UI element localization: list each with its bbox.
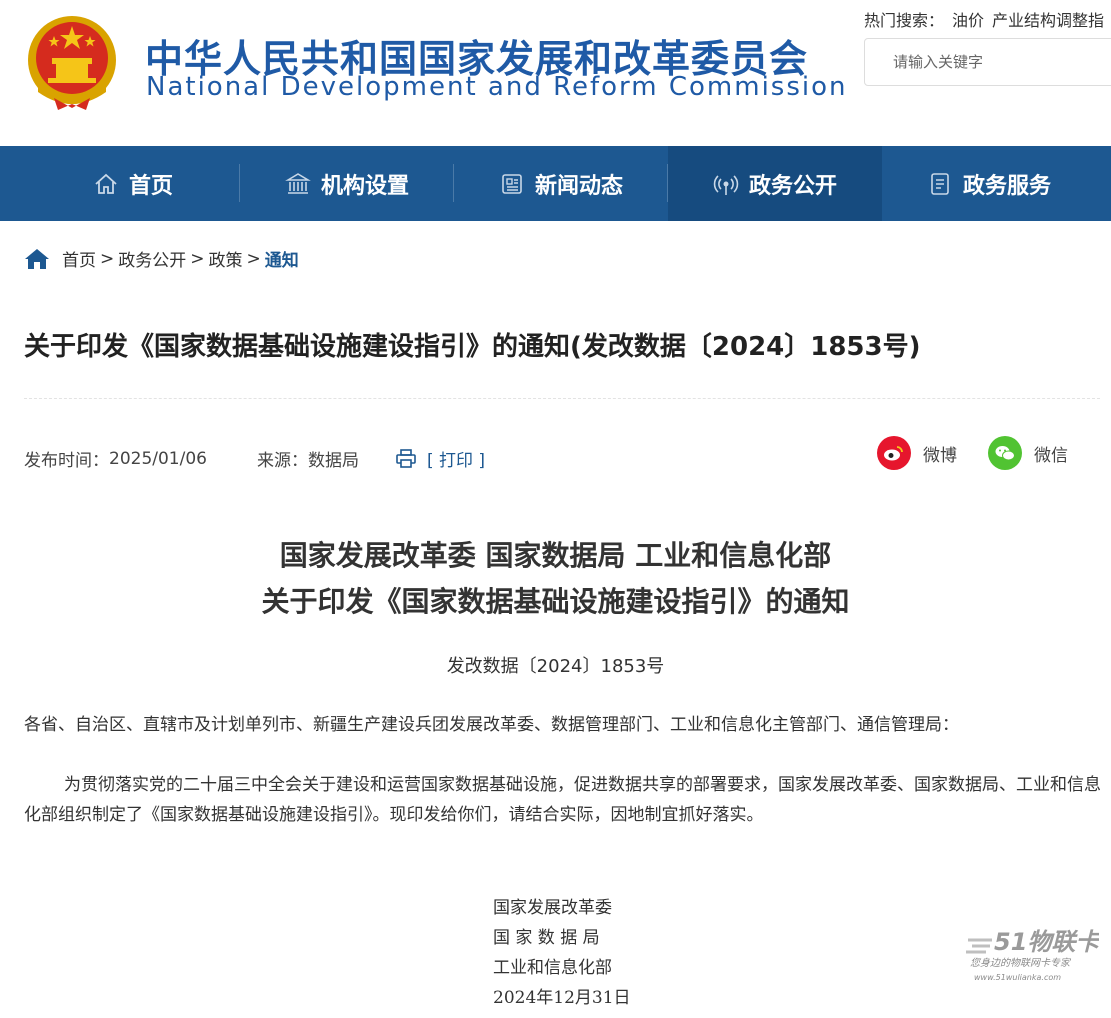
printer-icon xyxy=(396,448,416,468)
weibo-icon xyxy=(877,436,911,470)
watermark-brand: 51物联卡 xyxy=(994,928,1099,956)
building-icon xyxy=(285,172,311,194)
watermark-tagline: 您身边的物联网卡专家 xyxy=(970,957,1072,969)
breadcrumb-separator: > xyxy=(100,248,115,269)
breadcrumb-separator: > xyxy=(190,248,205,269)
nav-item-news[interactable]: 新闻动态 xyxy=(454,146,668,221)
source-value: 数据局 xyxy=(307,451,359,471)
document-date: 2024年12月31日 xyxy=(493,988,631,1008)
national-emblem-logo[interactable] xyxy=(24,12,120,112)
nav-item-label: 机构设置 xyxy=(320,173,409,199)
signature-ndrc: 国家发展改革委 xyxy=(493,898,612,918)
nav-item-label: 首页 xyxy=(128,173,173,199)
breadcrumb-home[interactable]: 首页 xyxy=(62,246,96,271)
broadcast-icon xyxy=(713,174,739,195)
article-meta: 发布时间： 2025/01/06 来源： 数据局 [ 打印 ] xyxy=(24,446,485,472)
nav-item-label: 政务公开 xyxy=(748,173,837,199)
title-divider xyxy=(24,398,1100,399)
breadcrumb-separator: > xyxy=(246,248,261,269)
share-wechat-label: 微信 xyxy=(1034,445,1068,466)
breadcrumb-gov-affairs[interactable]: 政务公开 xyxy=(118,246,186,271)
search-box xyxy=(864,38,1111,86)
nav-item-organization[interactable]: 机构设置 xyxy=(240,146,454,221)
wechat-icon xyxy=(988,436,1022,470)
page-title: 关于印发《国家数据基础设施建设指引》的通知(发改数据〔2024〕1853号) xyxy=(24,332,921,362)
main-nav: 首页 机构设置 新闻动态 政务公开 政务服务 xyxy=(0,146,1111,221)
share-weibo-button[interactable]: 微博 xyxy=(877,436,957,470)
document-heading-line2: 关于印发《国家数据基础设施建设指引》的通知 xyxy=(261,585,850,618)
share-wechat-button[interactable]: 微信 xyxy=(988,436,1068,470)
hot-search-label: 热门搜索： xyxy=(864,11,945,30)
print-button[interactable]: [ 打印 ] xyxy=(395,446,485,471)
hot-search-term[interactable]: 油价 xyxy=(952,11,984,30)
hot-search: 热门搜索： 油价 产业结构调整指 xyxy=(864,7,1111,31)
publish-date: 2025/01/06 xyxy=(109,448,207,469)
site-title-en[interactable]: National Development and Reform Commissi… xyxy=(146,72,848,102)
breadcrumb-notice[interactable]: 通知 xyxy=(265,246,299,271)
document-number: 发改数据〔2024〕1853号 xyxy=(446,656,665,677)
watermark-logo: 51物联卡 您身边的物联网卡专家 www.51wulianka.com xyxy=(966,928,1099,982)
watermark-url: www.51wulianka.com xyxy=(974,973,1061,982)
breadcrumb-policy[interactable]: 政策 xyxy=(209,246,243,271)
newspaper-icon xyxy=(502,173,522,194)
nav-item-label: 政务服务 xyxy=(962,173,1051,199)
nav-item-label: 新闻动态 xyxy=(534,173,623,199)
breadcrumb: 首页 > 政务公开 > 政策 > 通知 xyxy=(24,246,299,271)
share-weibo-label: 微博 xyxy=(923,445,957,466)
nav-item-home[interactable]: 首页 xyxy=(26,146,240,221)
document-icon xyxy=(931,172,949,195)
nav-item-gov-affairs[interactable]: 政务公开 xyxy=(668,146,882,221)
source-label: 来源： xyxy=(256,451,308,471)
signature-nda: 国 家 数 据 局 xyxy=(493,928,600,948)
print-label: [ 打印 ] xyxy=(426,451,486,471)
site-header: 中华人民共和国国家发展和改革委员会 National Development a… xyxy=(0,0,1111,146)
home-icon xyxy=(25,248,49,269)
hot-search-term[interactable]: 产业结构调整指 xyxy=(992,11,1104,30)
document-paragraph: 为贯彻落实党的二十届三中全会关于建设和运营国家数据基础设施，促进数据共享的部署要… xyxy=(24,775,1101,825)
nav-item-gov-services[interactable]: 政务服务 xyxy=(882,146,1096,221)
search-input[interactable] xyxy=(891,39,1095,85)
document-heading-line1: 国家发展改革委 国家数据局 工业和信息化部 xyxy=(279,539,832,572)
publish-label: 发布时间： xyxy=(24,451,109,471)
document-recipients: 各省、自治区、直辖市及计划单列市、新疆生产建设兵团发展改革委、数据管理部门、工业… xyxy=(24,715,959,735)
home-icon xyxy=(95,173,117,194)
signature-miit: 工业和信息化部 xyxy=(493,958,612,978)
